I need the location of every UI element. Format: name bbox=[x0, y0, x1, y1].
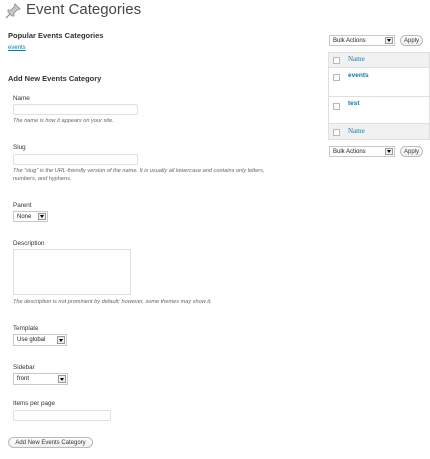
pushpin-icon bbox=[5, 3, 21, 19]
description-textarea[interactable] bbox=[13, 249, 131, 295]
sidebar-label: Sidebar bbox=[13, 364, 35, 371]
description-help: The description is not prominent by defa… bbox=[13, 299, 212, 305]
parent-select-value: None bbox=[17, 213, 32, 220]
sidebar-select-value: front bbox=[17, 376, 30, 382]
table-row: events bbox=[329, 68, 429, 97]
add-new-heading: Add New Events Category bbox=[8, 74, 102, 83]
bulk-actions-value-bottom: Bulk Actions bbox=[333, 148, 366, 155]
name-input[interactable] bbox=[13, 104, 138, 115]
bulk-actions-value-top: Bulk Actions bbox=[333, 37, 366, 44]
apply-button-top[interactable]: Apply bbox=[400, 35, 423, 46]
popular-heading: Popular Events Categories bbox=[8, 31, 104, 40]
categories-table: Name events test Name bbox=[328, 52, 430, 140]
chevron-down-icon bbox=[58, 375, 66, 383]
slug-input[interactable] bbox=[13, 154, 138, 165]
row-title-link[interactable]: test bbox=[348, 100, 360, 107]
row-title-link[interactable]: events bbox=[348, 72, 369, 79]
parent-select[interactable]: None bbox=[13, 211, 48, 222]
slug-help-line-2: numbers, and hyphens. bbox=[13, 176, 72, 182]
popular-tag-link[interactable]: events bbox=[8, 45, 26, 51]
table-footer: Name bbox=[329, 124, 429, 139]
template-select-value: Use global bbox=[17, 337, 46, 343]
name-help: The name is how it appears on your site. bbox=[13, 118, 114, 124]
parent-label: Parent bbox=[13, 202, 32, 209]
sidebar-select[interactable]: front bbox=[13, 373, 68, 385]
template-label: Template bbox=[13, 325, 39, 332]
select-all-checkbox-footer[interactable] bbox=[333, 129, 340, 136]
slug-help-line-1: The “slug” is the URL-friendly version o… bbox=[13, 168, 265, 174]
table-row: test bbox=[329, 97, 429, 124]
column-footer-name[interactable]: Name bbox=[348, 127, 365, 135]
bulk-actions-select-bottom[interactable]: Bulk Actions bbox=[329, 146, 395, 157]
template-select[interactable]: Use global bbox=[13, 334, 67, 346]
chevron-down-icon bbox=[57, 336, 65, 344]
select-all-checkbox[interactable] bbox=[333, 57, 340, 64]
chevron-down-icon bbox=[385, 37, 393, 44]
apply-button-bottom[interactable]: Apply bbox=[400, 146, 423, 157]
row-checkbox[interactable] bbox=[333, 103, 340, 110]
items-per-page-label: Items per page bbox=[13, 400, 56, 407]
name-label: Name bbox=[13, 95, 30, 102]
add-new-category-button[interactable]: Add New Events Category bbox=[8, 437, 93, 448]
items-per-page-input[interactable] bbox=[13, 410, 111, 421]
description-label: Description bbox=[13, 240, 45, 247]
bulk-actions-select-top[interactable]: Bulk Actions bbox=[329, 35, 395, 46]
slug-label: Slug bbox=[13, 144, 26, 151]
table-header: Name bbox=[329, 53, 429, 68]
page-title: Event Categories bbox=[26, 1, 142, 18]
row-checkbox[interactable] bbox=[333, 74, 340, 81]
chevron-down-icon bbox=[38, 213, 46, 220]
chevron-down-icon bbox=[385, 148, 393, 155]
column-header-name[interactable]: Name bbox=[348, 55, 365, 63]
